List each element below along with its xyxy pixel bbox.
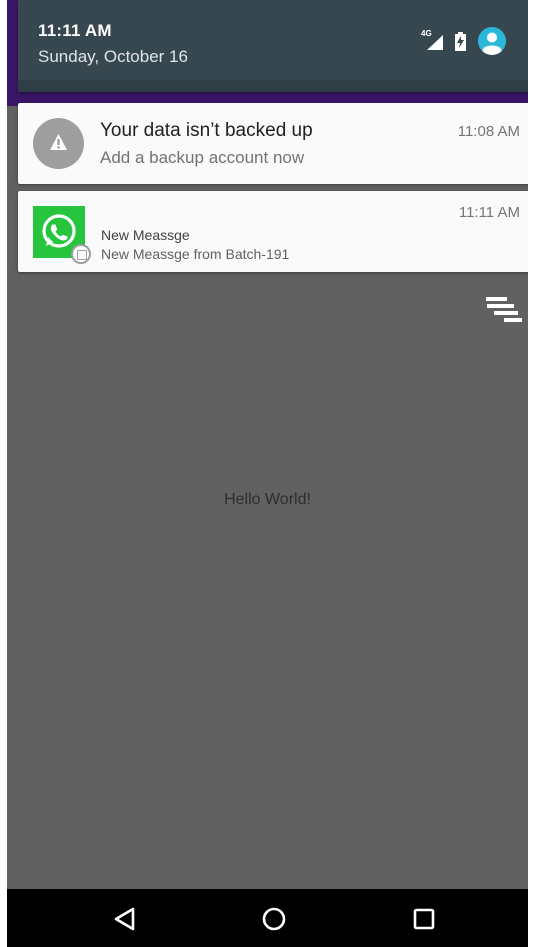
status-time: 11:11 AM — [38, 21, 112, 40]
clear-all-icon[interactable] — [486, 297, 522, 323]
notification-time: 11:11 AM — [458, 204, 520, 221]
navigation-bar — [7, 889, 528, 947]
notification-backup[interactable]: Your data isn’t backed up Add a backup a… — [18, 103, 528, 184]
notification-text: Add a backup account now — [100, 148, 305, 167]
back-icon[interactable] — [107, 901, 143, 937]
status-date[interactable]: Sunday, October 16 — [38, 47, 188, 67]
quick-settings-handle[interactable] — [18, 80, 528, 92]
signal-icon: 4G — [421, 29, 443, 50]
app-badge-icon — [71, 244, 91, 264]
warning-icon — [33, 118, 84, 169]
status-icons: 4G — [421, 27, 506, 55]
notification-title: Your data isn’t backed up — [100, 120, 313, 141]
recents-icon[interactable] — [406, 901, 442, 937]
device-screen: 11:11 AM Sunday, October 16 4G Your data… — [7, 0, 528, 947]
notification-whatsapp[interactable]: New Meassge New Meassge from Batch-191 1… — [18, 191, 528, 272]
notification-time: 11:08 AM — [457, 123, 520, 140]
battery-charging-icon — [455, 31, 466, 51]
user-avatar-icon[interactable] — [478, 27, 506, 55]
quick-settings-header[interactable]: 11:11 AM Sunday, October 16 4G — [18, 0, 528, 92]
notification-title: New Meassge — [101, 227, 190, 243]
notification-text: New Meassge from Batch-191 — [101, 246, 290, 262]
home-icon[interactable] — [256, 901, 292, 937]
hello-world-text: Hello World! — [224, 491, 311, 508]
